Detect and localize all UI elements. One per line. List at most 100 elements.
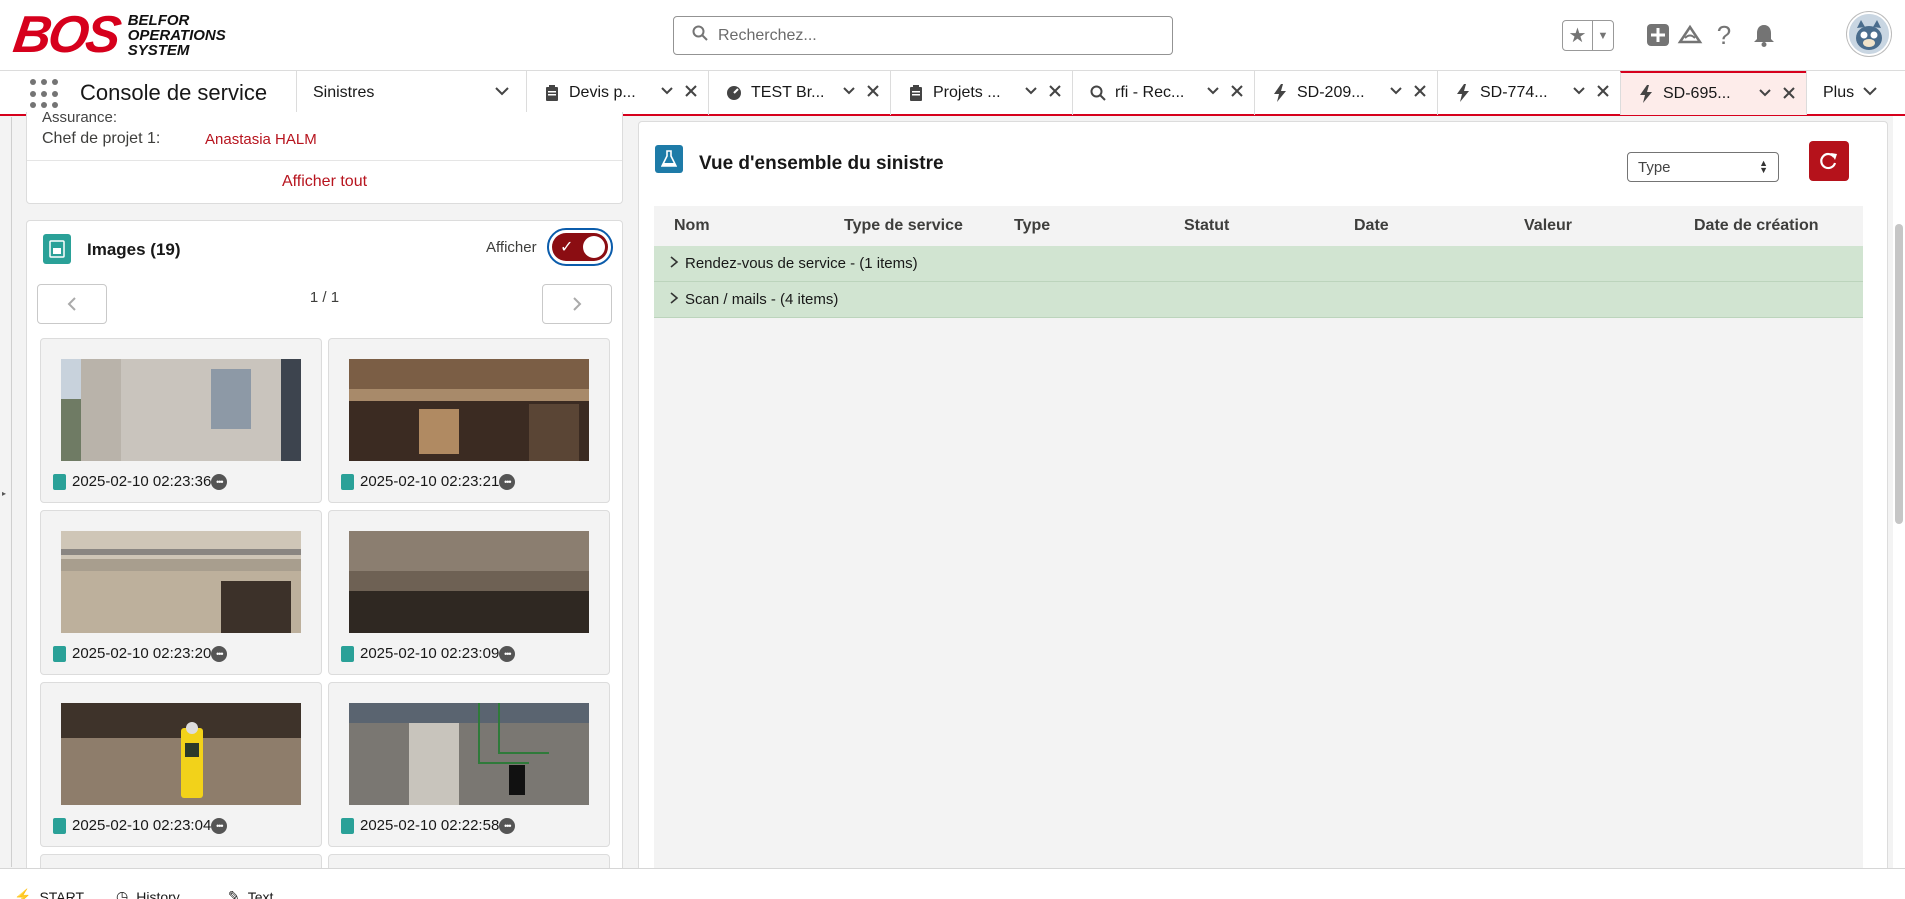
photo-exterior-wall[interactable] — [61, 359, 301, 461]
search-input[interactable] — [718, 26, 1138, 45]
chevron-down-icon[interactable] — [494, 83, 510, 104]
image-tile[interactable]: 2025-02-10 02:22:58 ••• — [328, 682, 610, 847]
photo-basement-ceiling[interactable] — [349, 359, 589, 461]
tab-projets[interactable]: Projets ... — [890, 71, 1072, 115]
image-tile[interactable]: 2025-02-10 02:23:04 ••• — [40, 682, 322, 847]
close-icon[interactable] — [1782, 86, 1796, 105]
image-tile[interactable]: 2025-02-10 02:23:09 ••• — [328, 510, 610, 675]
photo-cables-wall[interactable] — [349, 703, 589, 805]
tab-sd-209[interactable]: SD-209... — [1254, 71, 1437, 115]
type-filter-value: Type — [1638, 158, 1671, 176]
more-actions-icon[interactable]: ••• — [499, 817, 516, 834]
chevron-down-icon[interactable] — [1572, 84, 1586, 103]
group-row[interactable]: Scan / mails - (4 items) — [654, 282, 1863, 318]
close-icon[interactable] — [1413, 84, 1427, 103]
tab-devis[interactable]: Devis p... — [526, 71, 708, 115]
column-header-valeur[interactable]: Valeur — [1524, 217, 1572, 235]
tab-label: SD-695... — [1663, 85, 1731, 102]
view-all-link[interactable]: Afficher tout — [27, 173, 622, 191]
column-header-type-service[interactable]: Type de service — [844, 217, 963, 235]
close-icon[interactable] — [1048, 84, 1062, 103]
favorites-group[interactable]: ★ ▼ — [1562, 20, 1614, 51]
tab-sd-695[interactable]: SD-695... — [1620, 71, 1806, 115]
image-grid: 2025-02-10 02:23:36 ••• 2025-02-10 02:23… — [40, 338, 616, 880]
image-tile[interactable]: 2025-02-10 02:23:20 ••• — [40, 510, 322, 675]
utility-text[interactable]: ✎ Text — [228, 888, 273, 899]
chevron-down-icon[interactable] — [660, 84, 674, 103]
header-utility-icons: ★ ▼ ? — [1562, 12, 1905, 58]
tab-label: SD-774... — [1480, 84, 1548, 101]
bos-logo[interactable]: BOS BELFOR OPERATIONS SYSTEM — [10, 6, 270, 64]
chevron-down-icon — [1862, 83, 1878, 104]
chevron-down-icon[interactable]: ▼ — [1591, 21, 1613, 50]
column-header-nom[interactable]: Nom — [674, 217, 710, 235]
clipboard-icon — [907, 84, 925, 102]
tab-sd-774[interactable]: SD-774... — [1437, 71, 1620, 115]
tab-rfi-search[interactable]: rfi - Rec... — [1072, 71, 1254, 115]
refresh-button[interactable] — [1809, 141, 1849, 181]
more-actions-icon[interactable]: ••• — [211, 817, 228, 834]
field-chef-projet-link[interactable]: Anastasia HALM — [205, 131, 317, 148]
type-filter-select[interactable]: Type ▲ ▼ — [1627, 152, 1779, 182]
chevron-down-icon[interactable] — [1206, 84, 1220, 103]
page-scrollbar[interactable] — [1893, 116, 1905, 868]
image-file-icon — [43, 234, 71, 264]
group-row[interactable]: Rendez-vous de service - (1 items) — [654, 246, 1863, 282]
group-label: Scan / mails - (4 items) — [685, 291, 839, 308]
more-actions-icon[interactable]: ••• — [211, 645, 228, 662]
utility-history-label: History — [136, 888, 180, 899]
image-timestamp: 2025-02-10 02:23:36 — [72, 473, 212, 490]
chevron-down-icon[interactable] — [1024, 84, 1038, 103]
tab-label: Projets ... — [933, 84, 1001, 101]
help-icon[interactable]: ? — [1709, 20, 1739, 50]
photo-ceiling-beam[interactable] — [349, 531, 589, 633]
image-caption: 2025-02-10 02:23:04 ••• — [53, 817, 228, 834]
close-icon[interactable] — [684, 84, 698, 103]
object-menu-label: Sinistres — [313, 84, 375, 101]
image-timestamp: 2025-02-10 02:23:20 — [72, 645, 212, 662]
column-header-date[interactable]: Date — [1354, 217, 1389, 235]
chevron-down-icon[interactable] — [842, 84, 856, 103]
image-tile[interactable]: 2025-02-10 02:23:21 ••• — [328, 338, 610, 503]
app-launcher-icon[interactable] — [30, 79, 60, 109]
utility-start-label: START — [39, 888, 85, 899]
tab-test-br[interactable]: TEST Br... — [708, 71, 890, 115]
utility-history[interactable]: ◷ History — [116, 888, 180, 899]
trailhead-cloud-icon[interactable] — [1675, 20, 1705, 50]
next-page-button[interactable] — [542, 284, 612, 324]
close-icon[interactable] — [866, 84, 880, 103]
column-header-statut[interactable]: Statut — [1184, 217, 1229, 235]
chevron-right-icon[interactable] — [669, 256, 679, 271]
more-actions-icon[interactable]: ••• — [211, 473, 228, 490]
select-arrows-icon: ▲ ▼ — [1759, 158, 1768, 175]
chevron-down-icon[interactable] — [1758, 86, 1772, 105]
utility-start[interactable]: ⚡ START — [14, 888, 84, 899]
show-images-toggle[interactable]: ✓ — [547, 228, 613, 266]
column-header-type[interactable]: Type — [1014, 217, 1050, 235]
chevron-down-icon[interactable] — [1389, 84, 1403, 103]
more-tabs-label: Plus — [1823, 84, 1855, 101]
column-header-date-creation[interactable]: Date de création — [1694, 217, 1818, 235]
object-menu[interactable]: Sinistres — [296, 71, 526, 115]
overview-title: Vue d'ensemble du sinistre — [699, 153, 944, 174]
plus-icon[interactable] — [1643, 20, 1673, 50]
more-actions-icon[interactable]: ••• — [499, 473, 516, 490]
bell-icon[interactable] — [1749, 20, 1779, 50]
close-icon[interactable] — [1596, 84, 1610, 103]
chevron-right-icon[interactable] — [669, 292, 679, 307]
logo-subtitle: BELFOR OPERATIONS SYSTEM — [128, 13, 226, 58]
image-tile[interactable]: 2025-02-10 02:23:36 ••• — [40, 338, 322, 503]
star-icon[interactable]: ★ — [1563, 21, 1592, 50]
image-timestamp: 2025-02-10 02:23:09 — [360, 645, 500, 662]
photo-wall-pipe[interactable] — [61, 531, 301, 633]
photo-moisture-meter[interactable] — [61, 703, 301, 805]
close-icon[interactable] — [1230, 84, 1244, 103]
global-search[interactable] — [673, 16, 1173, 55]
more-tabs-button[interactable]: Plus — [1806, 71, 1905, 115]
scrollbar-thumb[interactable] — [1895, 224, 1903, 524]
expand-arrow-icon[interactable]: ▸ — [2, 489, 6, 498]
refresh-icon — [1820, 152, 1837, 170]
more-actions-icon[interactable]: ••• — [499, 645, 516, 662]
utility-panel-edge[interactable]: ▸ — [0, 117, 12, 867]
avatar[interactable] — [1847, 12, 1891, 56]
